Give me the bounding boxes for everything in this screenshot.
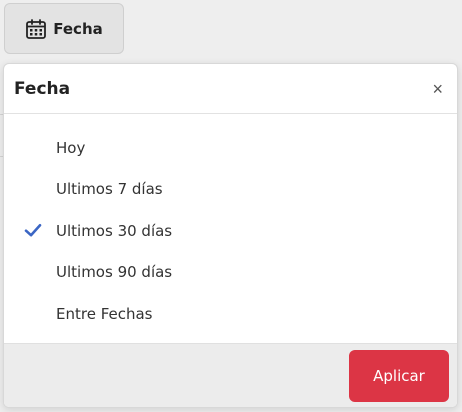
popover-footer: Aplicar (4, 343, 457, 407)
date-filter-button[interactable]: Fecha (4, 3, 124, 54)
option-label: Entre Fechas (56, 304, 153, 323)
popover-header: Fecha × (4, 64, 457, 114)
popover-title: Fecha (14, 78, 71, 99)
checkmark-icon (24, 223, 42, 237)
option-label: Ultimos 90 días (56, 263, 173, 282)
date-filter-popover: Fecha × Hoy Ultimos 7 días Ultimos 30 dí… (3, 63, 458, 408)
apply-button[interactable]: Aplicar (349, 350, 449, 402)
option-label: Ultimos 7 días (56, 180, 163, 199)
date-filter-label: Fecha (53, 19, 103, 38)
option-label: Ultimos 30 días (56, 221, 173, 240)
date-range-options: Hoy Ultimos 7 días Ultimos 30 días Ultim… (4, 114, 457, 335)
option-label: Hoy (56, 138, 86, 157)
option-last-30-days[interactable]: Ultimos 30 días (4, 210, 457, 252)
option-last-7-days[interactable]: Ultimos 7 días (4, 169, 457, 211)
option-today[interactable]: Hoy (4, 127, 457, 169)
close-button[interactable]: × (428, 78, 447, 100)
option-custom-range[interactable]: Entre Fechas (4, 293, 457, 335)
option-last-90-days[interactable]: Ultimos 90 días (4, 252, 457, 294)
calendar-icon (25, 18, 47, 40)
